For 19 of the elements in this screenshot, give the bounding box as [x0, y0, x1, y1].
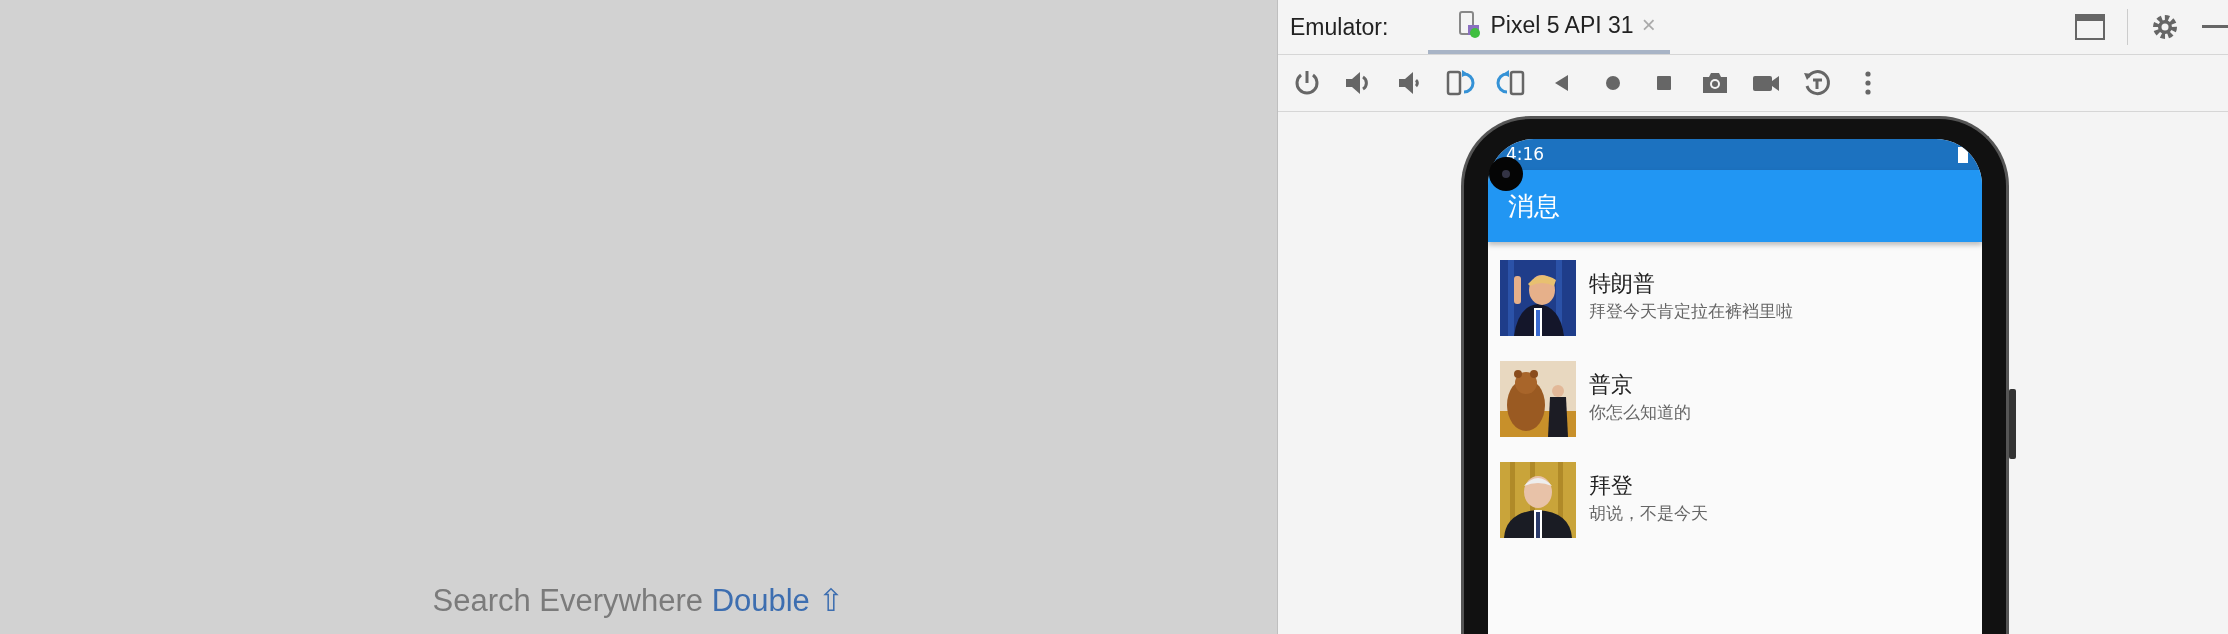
battery-icon [1958, 146, 1968, 163]
emulator-label: Emulator: [1290, 12, 1389, 42]
device-icon [1458, 11, 1483, 39]
contact-name: 拜登 [1589, 472, 1634, 501]
rotate-left-icon[interactable] [1445, 68, 1475, 98]
rotate-right-icon[interactable] [1496, 68, 1526, 98]
window-icon[interactable] [2075, 14, 2105, 40]
app-title: 消息 [1508, 189, 1560, 223]
status-time: 4:16 [1506, 142, 1545, 166]
snapshot-icon[interactable] [1802, 68, 1832, 98]
contact-name: 特朗普 [1589, 270, 1656, 299]
message-preview: 胡说，不是今天 [1589, 502, 1708, 526]
message-preview: 你怎么知道的 [1589, 401, 1691, 425]
minimize-icon[interactable] [2202, 25, 2228, 29]
contact-name: 普京 [1589, 371, 1634, 400]
message-preview: 拜登今天肯定拉在裤裆里啦 [1589, 300, 1793, 324]
device-tab[interactable]: Pixel 5 API 31 × [1428, 0, 1670, 54]
search-hint: Search Everywhere Double ⇧ [432, 581, 845, 620]
settings-icon[interactable] [2150, 12, 2180, 42]
